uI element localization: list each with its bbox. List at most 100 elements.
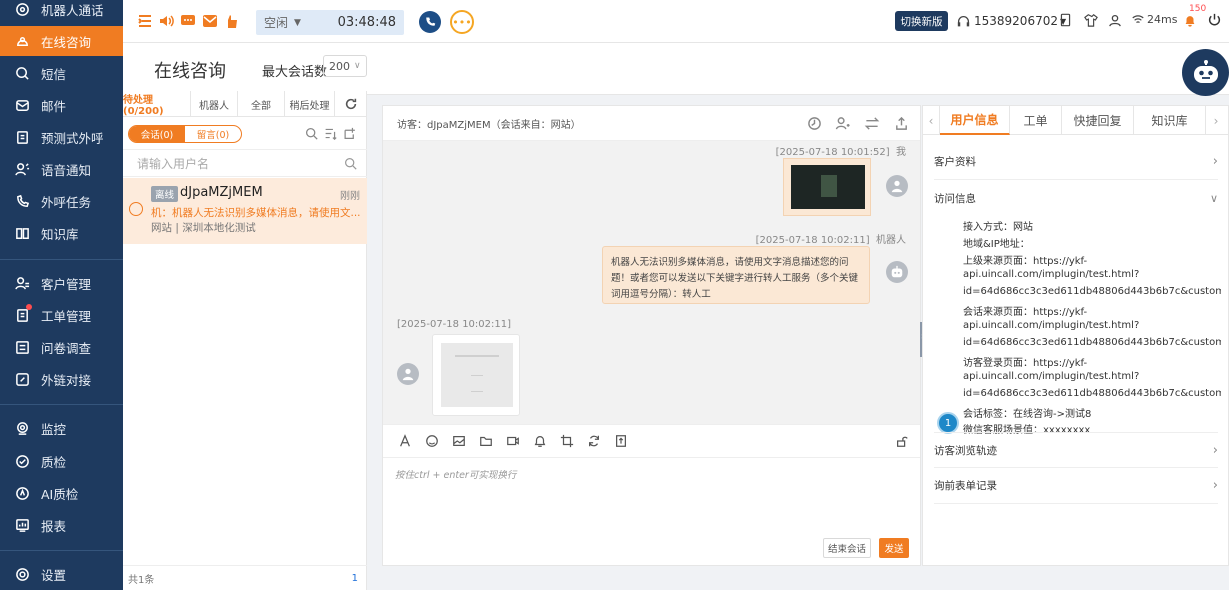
tabs-prev-button[interactable]: ‹	[923, 106, 940, 135]
info-referrer: 上级来源页面：https://ykf-	[963, 256, 1088, 267]
history-icon[interactable]	[807, 116, 822, 131]
search-icon	[345, 158, 357, 170]
nav-knowledge-base[interactable]: 知识库	[0, 218, 123, 248]
tab-all[interactable]: 全部	[238, 91, 285, 117]
max-session-select[interactable]: 200 ∨	[323, 55, 367, 77]
user-info-panel: ‹ 用户信息 工单 快捷回复 知识库 › 客户资料 › 访问信息 ∨ 接入方式：…	[922, 105, 1229, 566]
hand-icon[interactable]	[224, 13, 240, 29]
nav-survey[interactable]: 问卷调查	[0, 332, 123, 362]
robot-assistant-button[interactable]	[1182, 49, 1229, 96]
image-message[interactable]	[783, 158, 871, 216]
nav-monitor[interactable]: 监控	[0, 413, 123, 443]
info-landing-page: id=64d686cc3c3ed611db48806d443b6b7c&cust…	[963, 388, 1221, 399]
robot-icon	[1193, 59, 1218, 83]
nav-settings[interactable]: 设置	[0, 559, 123, 589]
end-session-button[interactable]: 结束会话	[823, 538, 871, 558]
upload-file-button[interactable]	[613, 433, 629, 449]
page-number[interactable]: 1	[352, 573, 358, 584]
nav-outbound-task[interactable]: 外呼任务	[0, 186, 123, 216]
refresh-button[interactable]	[335, 91, 367, 117]
switch-arrows-icon[interactable]	[864, 116, 880, 131]
nav-online-consult[interactable]: 在线咨询	[0, 26, 123, 56]
phone-icon	[426, 17, 436, 26]
tab-ticket[interactable]: 工单	[1010, 106, 1062, 135]
nav-voice-notice[interactable]: 语音通知	[0, 154, 123, 184]
chat-button[interactable]: •••	[450, 10, 474, 34]
filter-list-icon[interactable]	[324, 127, 337, 140]
video-button[interactable]	[505, 433, 521, 449]
screenshot-icon	[560, 434, 574, 448]
message-timestamp: [2025-07-18 10:01:52] 我	[776, 143, 906, 158]
nav-quality[interactable]: 质检	[0, 446, 123, 476]
toggle-session[interactable]: 会话(0)	[129, 126, 185, 142]
sync-icon	[589, 435, 599, 447]
nav-link[interactable]: 外链对接	[0, 364, 123, 394]
sms-icon	[14, 65, 30, 81]
voice-notice-icon	[14, 161, 30, 177]
folder-icon	[480, 436, 492, 446]
nav-label: 设置	[41, 567, 67, 583]
screenshot-button[interactable]	[559, 433, 575, 449]
tabs-next-button[interactable]: ›	[1206, 106, 1226, 135]
page-header: 在线咨询 最大会话数 200 ∨	[123, 43, 1229, 96]
nav-robot-call[interactable]: 机器人通话	[0, 0, 123, 24]
nav-predictive-call[interactable]: 预测式外呼	[0, 122, 123, 152]
font-button[interactable]	[397, 433, 413, 449]
search-icon[interactable]	[305, 127, 318, 140]
customer-profile-row[interactable]: 客户资料 ›	[934, 144, 1218, 180]
conversation-item[interactable]: 离线 dJpaMZjMEM 刚刚 机：机器人无法识别多媒体消息，请使用文... …	[123, 178, 367, 244]
pre-chat-form-row[interactable]: 询前表单记录 ›	[934, 468, 1218, 504]
phone-button[interactable]	[419, 11, 441, 33]
tab-robot[interactable]: 机器人	[191, 91, 238, 117]
info-access-method: 接入方式：网站	[963, 222, 1033, 233]
visitor-trace-row[interactable]: 访客浏览轨迹 ›	[934, 432, 1218, 468]
new-chat-icon[interactable]	[343, 127, 357, 140]
agent-status-select[interactable]: 空闲 ▼ 03:48:48	[256, 10, 404, 35]
tab-knowledge-base[interactable]: 知识库	[1134, 106, 1206, 135]
image-message[interactable]	[432, 334, 520, 416]
nav-ticket[interactable]: 工单管理	[0, 300, 123, 330]
visit-info-row[interactable]: 访问信息 ∨	[934, 180, 1218, 216]
nav-mail[interactable]: 邮件	[0, 90, 123, 120]
document-icon[interactable]	[1059, 13, 1072, 27]
satisfaction-button[interactable]	[532, 433, 548, 449]
nav-label: 监控	[41, 421, 67, 437]
sync-button[interactable]	[586, 433, 602, 449]
nav-report[interactable]: 报表	[0, 510, 123, 540]
tab-later[interactable]: 稍后处理	[285, 91, 335, 117]
send-button[interactable]: 发送	[879, 538, 909, 558]
lock-button[interactable]	[894, 433, 910, 449]
emoji-icon	[426, 435, 438, 447]
search-placeholder: 请输入用户名	[137, 156, 210, 171]
list-footer: 共1条 1	[123, 565, 367, 590]
power-icon[interactable]	[1208, 13, 1221, 26]
toggle-message[interactable]: 留言(0)	[185, 126, 241, 142]
select-circle[interactable]	[129, 202, 143, 216]
user-icon[interactable]	[1108, 13, 1122, 27]
message-icon[interactable]	[180, 13, 196, 29]
tab-quick-reply[interactable]: 快捷回复	[1062, 106, 1134, 135]
tab-pending[interactable]: 待处理(0/200)	[123, 91, 191, 117]
chat-header: 访客：dJpaMZjMEM（会话来自：网站）	[383, 106, 920, 141]
menu-list-icon[interactable]	[137, 13, 153, 29]
speaker-icon[interactable]	[158, 13, 174, 29]
switch-version-button[interactable]: 切换新版	[895, 11, 948, 31]
nav-customer[interactable]: 客户管理	[0, 268, 123, 298]
mail-icon[interactable]	[202, 13, 218, 29]
nav-sms[interactable]: 短信	[0, 58, 123, 88]
emoji-button[interactable]	[424, 433, 440, 449]
shirt-icon[interactable]	[1084, 13, 1098, 27]
export-icon[interactable]	[894, 116, 909, 131]
image-button[interactable]	[451, 433, 467, 449]
message-input[interactable]: 按住ctrl + enter可实现换行	[383, 457, 920, 537]
ai-quality-icon	[14, 485, 30, 501]
tab-user-info[interactable]: 用户信息	[940, 106, 1010, 135]
bell-icon[interactable]	[1183, 13, 1197, 28]
folder-button[interactable]	[478, 433, 494, 449]
settings-icon	[14, 566, 30, 582]
phone-number-select[interactable]: 15389206702 ▼	[957, 14, 1066, 28]
nav-ai-quality[interactable]: AI质检	[0, 478, 123, 508]
nav-label: AI质检	[41, 486, 79, 502]
user-search-input[interactable]: 请输入用户名	[123, 149, 367, 177]
transfer-user-icon[interactable]	[835, 116, 851, 131]
